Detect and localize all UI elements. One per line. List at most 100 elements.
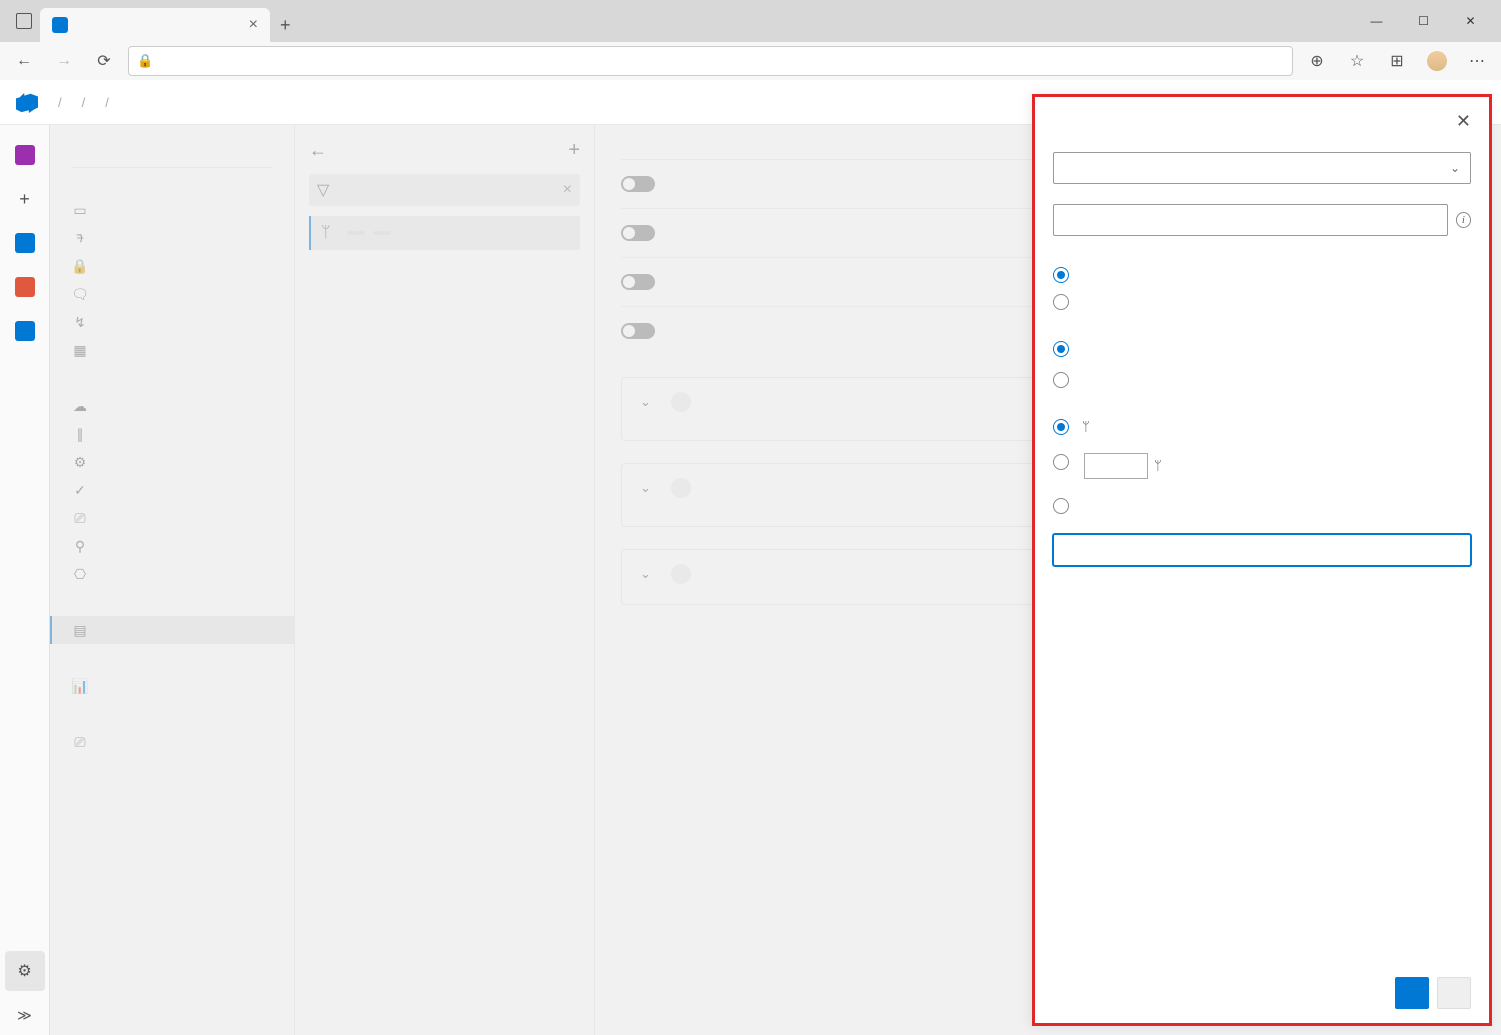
- reading-mode-icon[interactable]: ⊕: [1301, 45, 1333, 77]
- sidebar-item-service-connections[interactable]: ⚲: [50, 532, 294, 560]
- policy-required-radio[interactable]: [1053, 340, 1471, 357]
- policy-optional-radio[interactable]: [1053, 371, 1471, 388]
- project-settings-icon[interactable]: ⚙: [5, 951, 45, 991]
- radio-label: ᛘ: [1080, 453, 1164, 479]
- profile-avatar[interactable]: [1421, 45, 1453, 77]
- window-controls: — ☐ ✕: [1354, 0, 1493, 42]
- sidebar-item-dashboards[interactable]: ▦: [50, 336, 294, 364]
- breadcrumb-sep: /: [58, 95, 62, 110]
- toggle[interactable]: [621, 176, 691, 192]
- tab-bar: × + — ☐ ✕: [0, 0, 1501, 42]
- radio-label: ᛘ: [1080, 418, 1092, 434]
- trigger-manual-radio[interactable]: [1053, 293, 1471, 310]
- azure-devops-favicon: [52, 17, 68, 33]
- default-badge: [347, 231, 365, 235]
- build-pipeline-select[interactable]: ⌄: [1053, 152, 1471, 184]
- settings-group-repos: [50, 602, 294, 616]
- toggle[interactable]: [621, 274, 691, 290]
- sidebar-item-overview[interactable]: ▭: [50, 196, 294, 224]
- close-window-button[interactable]: ✕: [1448, 5, 1493, 37]
- url-field[interactable]: 🔒: [128, 46, 1293, 76]
- back-arrow-icon[interactable]: ←: [309, 140, 327, 161]
- branch-filter[interactable]: ▽ ×: [309, 174, 580, 206]
- sidebar-item-parallel-jobs[interactable]: ∥: [50, 420, 294, 448]
- branch-icon: ᛘ: [1082, 419, 1090, 434]
- radio-icon: [1053, 419, 1069, 435]
- branch-icon: ᛘ: [321, 224, 331, 242]
- settings-group-pipelines: [50, 378, 294, 392]
- new-tab-button[interactable]: +: [270, 9, 301, 42]
- favorites-icon[interactable]: ☆: [1341, 45, 1373, 77]
- info-icon[interactable]: i: [1456, 212, 1471, 228]
- close-panel-icon[interactable]: ✕: [1456, 111, 1471, 132]
- breadcrumb-sep: /: [82, 95, 86, 110]
- radio-icon: [1053, 267, 1069, 283]
- address-bar: ← → ⟳ 🔒 ⊕ ☆ ⊞ ⋯: [0, 42, 1501, 80]
- tab-actions-icon[interactable]: [16, 13, 32, 29]
- browser-tab[interactable]: ×: [40, 8, 270, 42]
- save-button[interactable]: [1395, 977, 1429, 1009]
- expiration-never-radio[interactable]: [1053, 497, 1471, 514]
- connections-icon: ⚲: [72, 538, 88, 554]
- repo-header: ← +: [309, 139, 580, 162]
- sidebar-item-teams[interactable]: ᱍ: [50, 224, 294, 252]
- sidebar-item-test-management[interactable]: ✓: [50, 476, 294, 504]
- browser-chrome: × + — ☐ ✕ ← → ⟳ 🔒 ⊕ ☆ ⊞ ⋯: [0, 0, 1501, 80]
- radio-icon: [1053, 294, 1069, 310]
- retention-icon: ⎚: [72, 734, 88, 750]
- breadcrumb: / / /: [48, 95, 119, 110]
- sidebar-item-release-retention[interactable]: ⎚: [50, 504, 294, 532]
- branch-row[interactable]: ᛘ: [309, 216, 580, 250]
- azure-devops-logo[interactable]: [16, 91, 38, 113]
- collapse-rail-icon[interactable]: ≫: [5, 995, 45, 1035]
- sidebar-item-settings[interactable]: ⚙: [50, 448, 294, 476]
- maximize-button[interactable]: ☐: [1401, 5, 1446, 37]
- settings-group-artifacts: [50, 658, 294, 672]
- teams-icon: ᱍ: [72, 230, 88, 246]
- project-icon[interactable]: [5, 135, 45, 175]
- sidebar-item-xaml-build[interactable]: ⎔: [50, 560, 294, 588]
- close-tab-icon[interactable]: ×: [249, 16, 258, 34]
- toggle[interactable]: [621, 225, 691, 241]
- repos-icon[interactable]: [5, 267, 45, 307]
- breadcrumb-sep: /: [105, 95, 109, 110]
- pipelines-icon[interactable]: [5, 311, 45, 351]
- minimize-button[interactable]: —: [1354, 5, 1399, 37]
- toggle[interactable]: [621, 323, 691, 339]
- clear-filter-icon[interactable]: ×: [563, 181, 572, 199]
- settings-group-test: [50, 714, 294, 728]
- sidebar-item-notifications[interactable]: 🗨: [50, 280, 294, 308]
- boards-icon[interactable]: [5, 223, 45, 263]
- expiration-after-radio[interactable]: ᛘ: [1053, 453, 1471, 479]
- sidebar-item-retention[interactable]: ⎚: [50, 728, 294, 756]
- expiration-immediate-radio[interactable]: ᛘ: [1053, 418, 1471, 435]
- settings-group-general: [50, 182, 294, 196]
- notifications-icon: 🗨: [72, 286, 88, 302]
- xaml-icon: ⎔: [72, 566, 88, 582]
- collections-icon[interactable]: ⊞: [1381, 45, 1413, 77]
- sidebar-item-service-hooks[interactable]: ↯: [50, 308, 294, 336]
- sidebar-item-agent-pools[interactable]: ☁: [50, 392, 294, 420]
- display-name-input[interactable]: [1053, 534, 1471, 566]
- add-branch-icon[interactable]: +: [568, 139, 580, 162]
- chevron-down-icon: ⌄: [1450, 161, 1460, 175]
- panel-footer: [1053, 965, 1471, 1009]
- more-menu-icon[interactable]: ⋯: [1461, 45, 1493, 77]
- panel-header: ✕: [1053, 111, 1471, 132]
- hours-input[interactable]: [1084, 453, 1148, 479]
- back-button[interactable]: ←: [8, 45, 40, 77]
- sidebar-item-storage[interactable]: 📊: [50, 672, 294, 700]
- dashboards-icon: ▦: [72, 342, 88, 358]
- sidebar-item-permissions[interactable]: 🔒: [50, 252, 294, 280]
- cancel-button[interactable]: [1437, 977, 1471, 1009]
- overview-icon: ▭: [72, 202, 88, 218]
- count-badge: [671, 392, 691, 412]
- refresh-button[interactable]: ⟳: [88, 45, 120, 77]
- add-icon[interactable]: +: [5, 179, 45, 219]
- path-filter-input[interactable]: [1053, 204, 1448, 236]
- funnel-icon: ▽: [317, 180, 329, 200]
- agent-pools-icon: ☁: [72, 398, 88, 414]
- radio-icon: [1053, 341, 1069, 357]
- sidebar-item-repositories[interactable]: ▤: [50, 616, 294, 644]
- trigger-auto-radio[interactable]: [1053, 266, 1471, 283]
